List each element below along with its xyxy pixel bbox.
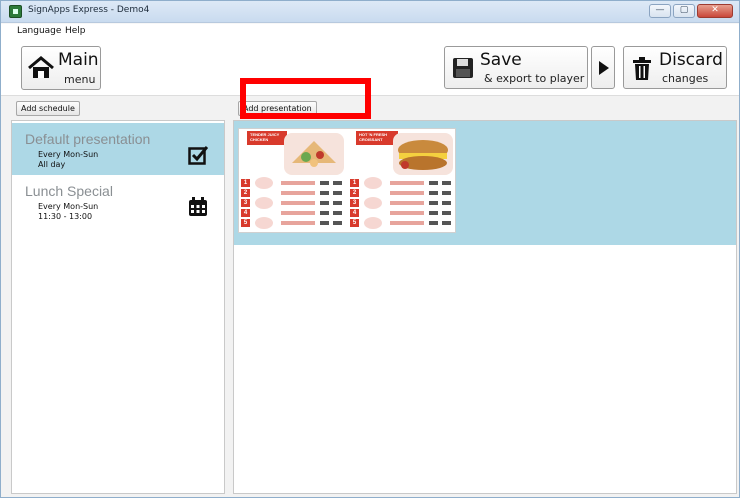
thumbnail-right-panel: HOT 'N FRESH CROISSANT 1 2 3 4 5 bbox=[348, 129, 455, 232]
trash-icon bbox=[633, 57, 651, 80]
add-schedule-button[interactable]: Add schedule bbox=[16, 101, 80, 116]
menu-number: 1 bbox=[350, 179, 359, 187]
schedule-name: Lunch Special bbox=[25, 183, 113, 199]
schedule-item-default[interactable]: Default presentation Every Mon-Sun All d… bbox=[12, 123, 224, 175]
discard-changes-button[interactable]: Discard changes bbox=[623, 46, 727, 89]
schedule-days: Every Mon-Sun bbox=[38, 202, 99, 211]
window-controls: — ▢ ✕ bbox=[649, 4, 733, 18]
save-export-button[interactable]: Save & export to player bbox=[444, 46, 588, 89]
menu-number: 3 bbox=[241, 199, 250, 207]
menu-bar: Language Help bbox=[1, 24, 739, 40]
app-logo-icon bbox=[9, 5, 22, 18]
thumbnail-left-heading: TENDER JUICY CHICKEN bbox=[247, 131, 287, 145]
play-button[interactable] bbox=[591, 46, 615, 89]
maximize-button[interactable]: ▢ bbox=[673, 4, 695, 18]
floppy-disk-icon bbox=[453, 58, 473, 78]
menu-number: 5 bbox=[350, 219, 359, 227]
menu-language[interactable]: Language bbox=[17, 26, 61, 36]
schedule-name: Default presentation bbox=[25, 131, 151, 147]
checkbox-icon bbox=[188, 146, 208, 165]
app-window: SignApps Express - Demo4 — ▢ ✕ Language … bbox=[0, 0, 740, 498]
save-button-subtitle: & export to player bbox=[484, 72, 585, 85]
thumbnail-right-menu: 1 2 3 4 5 bbox=[350, 177, 454, 229]
croissant-sandwich-image bbox=[393, 133, 453, 175]
menu-number: 3 bbox=[350, 199, 359, 207]
title-bar: SignApps Express - Demo4 — ▢ ✕ bbox=[1, 1, 739, 23]
work-area: Add schedule Add presentation Default pr… bbox=[1, 95, 739, 497]
close-button[interactable]: ✕ bbox=[697, 4, 733, 18]
menu-number: 5 bbox=[241, 219, 250, 227]
presentation-list: TENDER JUICY CHICKEN 1 2 3 4 5 HOT 'N FR… bbox=[233, 120, 737, 494]
window-title: SignApps Express - Demo4 bbox=[28, 5, 150, 15]
calendar-icon bbox=[189, 197, 207, 216]
menu-number: 1 bbox=[241, 179, 250, 187]
discard-button-subtitle: changes bbox=[662, 72, 709, 85]
menu-number: 4 bbox=[241, 209, 250, 217]
save-button-title: Save bbox=[480, 50, 522, 70]
schedule-time: All day bbox=[38, 160, 66, 169]
schedule-list: Default presentation Every Mon-Sun All d… bbox=[11, 120, 225, 494]
chicken-wrap-image bbox=[284, 133, 344, 175]
menu-help[interactable]: Help bbox=[65, 26, 86, 36]
presentation-thumbnail[interactable]: TENDER JUICY CHICKEN 1 2 3 4 5 HOT 'N FR… bbox=[238, 128, 456, 233]
main-button-subtitle: menu bbox=[64, 73, 96, 86]
main-menu-button[interactable]: Main menu bbox=[21, 46, 101, 90]
menu-number: 2 bbox=[350, 189, 359, 197]
presentation-item[interactable]: TENDER JUICY CHICKEN 1 2 3 4 5 HOT 'N FR… bbox=[234, 121, 736, 245]
menu-number: 2 bbox=[241, 189, 250, 197]
play-icon bbox=[599, 61, 609, 75]
home-icon bbox=[28, 56, 54, 78]
schedule-time: 11:30 - 13:00 bbox=[38, 212, 93, 221]
schedule-item-lunch-special[interactable]: Lunch Special Every Mon-Sun 11:30 - 13:0… bbox=[12, 175, 224, 227]
thumbnail-left-menu: 1 2 3 4 5 bbox=[241, 177, 345, 229]
thumbnail-left-panel: TENDER JUICY CHICKEN 1 2 3 4 5 bbox=[239, 129, 348, 232]
minimize-button[interactable]: — bbox=[649, 4, 671, 18]
discard-button-title: Discard bbox=[659, 50, 723, 70]
schedule-days: Every Mon-Sun bbox=[38, 150, 99, 159]
menu-number: 4 bbox=[350, 209, 359, 217]
thumbnail-right-heading: HOT 'N FRESH CROISSANT bbox=[356, 131, 398, 145]
main-button-title: Main bbox=[58, 50, 99, 70]
highlight-annotation-box bbox=[240, 78, 371, 119]
